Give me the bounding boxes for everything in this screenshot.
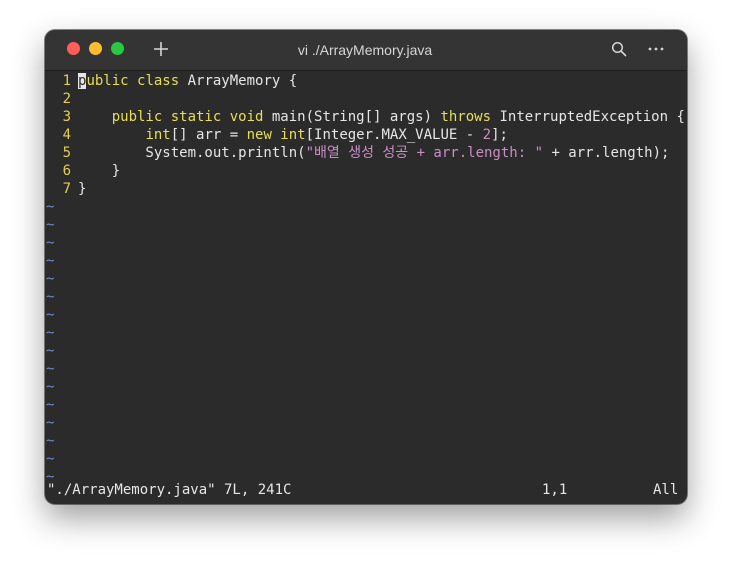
code-line[interactable]: 3 public static void main(String[] args)… <box>45 108 685 126</box>
line-number: 7 <box>62 181 71 197</box>
code-text: int[] arr = new int[Integer.MAX_VALUE - … <box>78 126 508 144</box>
empty-line-marker: ~ <box>46 217 55 233</box>
code-token: new int <box>246 127 306 143</box>
code-text: public class ArrayMemory { <box>78 72 297 90</box>
line-number: 1 <box>62 73 71 89</box>
title-bar[interactable]: vi ./ArrayMemory.java <box>45 30 687 71</box>
close-button[interactable] <box>67 42 80 55</box>
code-token: 2 <box>482 127 492 143</box>
search-icon[interactable] <box>611 41 627 57</box>
code-token: throws <box>440 109 492 125</box>
line-number: 5 <box>62 145 71 161</box>
status-line: "./ArrayMemory.java" 7L, 241C 1,1 All <box>45 480 687 500</box>
empty-line-marker: ~ <box>46 397 55 413</box>
code-token: ublic class <box>86 73 180 89</box>
empty-line-marker: ~ <box>46 271 55 287</box>
code-text: System.out.println("배열 생성 성공 + arr.lengt… <box>78 144 669 162</box>
code-line[interactable]: 7} <box>45 180 87 198</box>
empty-line-marker: ~ <box>46 343 55 359</box>
empty-line-marker: ~ <box>46 325 55 341</box>
editor-buffer[interactable]: 1 public class ArrayMemory {2 3 public sta… <box>45 71 687 485</box>
line-number: 3 <box>62 109 71 125</box>
empty-line-marker: ~ <box>46 451 55 467</box>
code-token: } <box>78 181 87 197</box>
code-token: + arr.length); <box>543 145 670 161</box>
status-file-info: "./ArrayMemory.java" 7L, 241C <box>47 482 292 498</box>
code-text: public static void main(String[] args) t… <box>78 108 685 126</box>
line-number: 4 <box>62 127 71 143</box>
code-token: [] arr = <box>170 127 247 143</box>
code-token: } <box>78 163 121 179</box>
empty-line-marker: ~ <box>46 253 55 269</box>
more-icon[interactable] <box>647 41 665 57</box>
code-token: ]; <box>491 127 508 143</box>
code-line[interactable]: 2 <box>45 90 78 108</box>
minimize-button[interactable] <box>89 42 102 55</box>
code-token: ArrayMemory { <box>179 73 298 89</box>
code-token: public static void <box>111 109 264 125</box>
terminal-window: vi ./ArrayMemory.java 1 public class Arra… <box>45 30 687 504</box>
empty-line-marker: ~ <box>46 379 55 395</box>
empty-line-marker: ~ <box>46 361 55 377</box>
code-line[interactable]: 1 public class ArrayMemory { <box>45 72 297 90</box>
empty-line-marker: ~ <box>46 235 55 251</box>
empty-line-marker: ~ <box>46 307 55 323</box>
plus-icon[interactable] <box>151 38 171 60</box>
status-scroll-indicator: All <box>653 482 679 498</box>
zoom-button[interactable] <box>111 42 124 55</box>
code-token: int <box>145 127 171 143</box>
code-line[interactable]: 4 int[] arr = new int[Integer.MAX_VALUE … <box>45 126 508 144</box>
code-token: System.out.println( <box>78 145 306 161</box>
status-cursor-position: 1,1 <box>542 482 568 498</box>
code-token: main(String[] args) <box>263 109 441 125</box>
code-line[interactable]: 6 } <box>45 162 121 180</box>
code-token: "배열 생성 성공 + arr.length: " <box>305 145 544 161</box>
line-number: 2 <box>62 91 71 107</box>
empty-line-marker: ~ <box>46 289 55 305</box>
code-token: [Integer.MAX_VALUE - <box>305 127 483 143</box>
line-number: 6 <box>62 163 71 179</box>
window-title: vi ./ArrayMemory.java <box>297 42 433 58</box>
empty-line-marker: ~ <box>46 415 55 431</box>
code-line[interactable]: 5 System.out.println("배열 생성 성공 + arr.len… <box>45 144 670 162</box>
code-text: } <box>78 180 86 198</box>
empty-line-marker: ~ <box>46 199 55 215</box>
empty-line-marker: ~ <box>46 433 55 449</box>
code-token: InterruptedException { <box>491 109 685 125</box>
code-text: } <box>78 162 120 180</box>
